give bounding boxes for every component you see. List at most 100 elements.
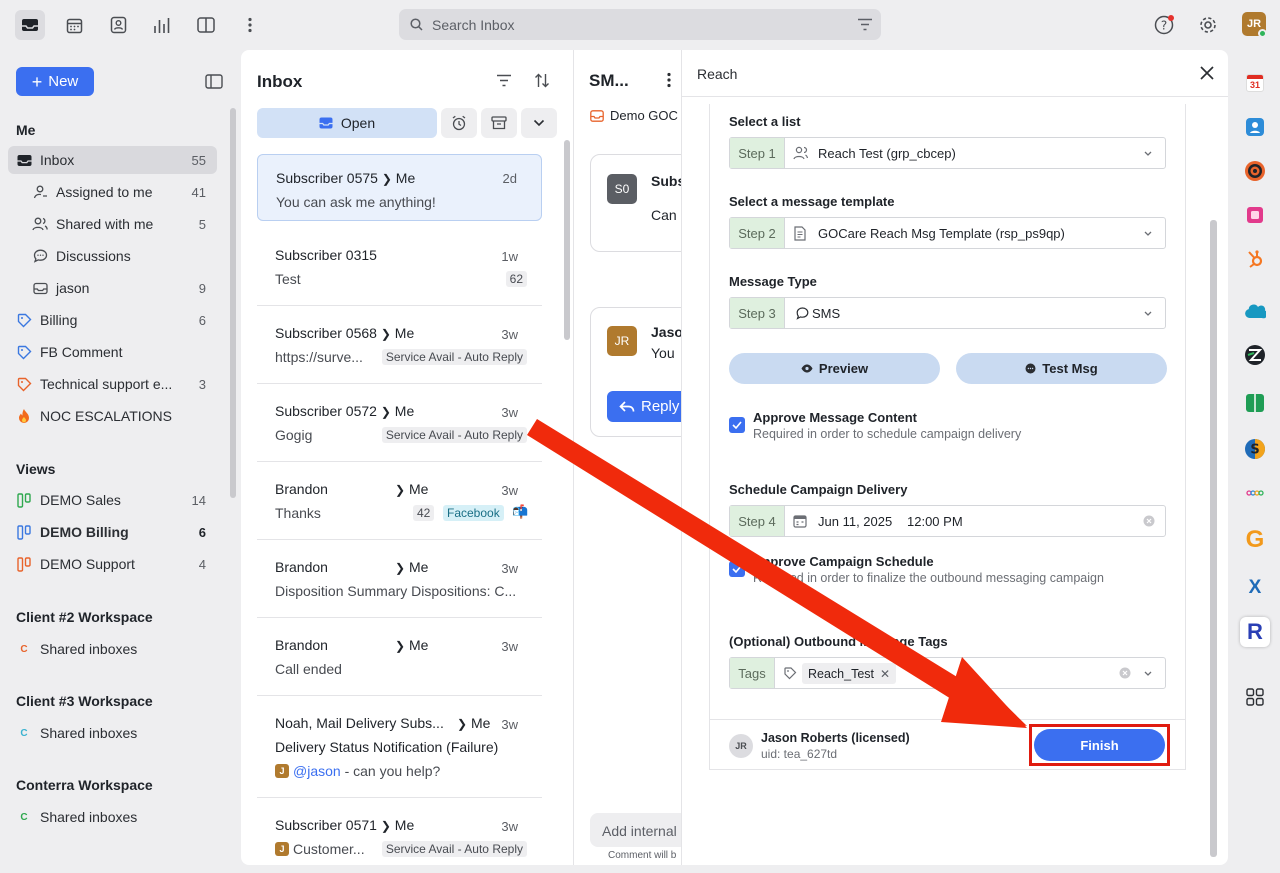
contacts-integration-icon[interactable] — [1242, 114, 1268, 140]
compose-input[interactable]: Add internal — [590, 813, 690, 847]
tag-chip[interactable]: Reach_Test ✕ — [802, 663, 897, 684]
tags-multiselect[interactable]: Tags Reach_Test ✕ — [729, 657, 1166, 689]
test-message-button[interactable]: Test Msg — [956, 353, 1167, 384]
tag-icon — [784, 667, 797, 680]
alarm-clock-icon — [452, 115, 466, 131]
more-options-icon[interactable] — [667, 72, 671, 88]
salesforce-cloud-icon[interactable] — [1242, 298, 1268, 324]
chevron-down-icon — [1144, 151, 1152, 156]
remove-tag-icon[interactable]: ✕ — [880, 667, 890, 681]
hubspot-icon[interactable] — [1242, 246, 1268, 272]
app-grid-icon[interactable] — [1242, 684, 1268, 710]
workspace-heading: Client #3 Workspace — [16, 693, 153, 709]
approve-content-checkbox[interactable] — [729, 417, 745, 433]
sidebar-item-billing[interactable]: Billing 6 — [8, 306, 217, 334]
list-select[interactable]: Step 1 Reach Test (grp_cbcep) — [729, 137, 1166, 169]
tag-chip: Service Avail - Auto Reply — [381, 841, 527, 857]
footer-divider — [709, 719, 1186, 720]
views-heading: Views — [16, 461, 56, 477]
new-button[interactable]: + New — [16, 67, 94, 96]
shared-users-icon — [32, 216, 48, 232]
sidebar-item-noc-escalations[interactable]: NOC ESCALATIONS — [8, 402, 217, 430]
filter-icon[interactable] — [857, 18, 873, 31]
archived-tab-button[interactable] — [481, 108, 517, 138]
inbox-outline-icon — [32, 280, 48, 296]
chevron-down-icon — [1144, 671, 1152, 676]
calendar-app-icon[interactable] — [59, 10, 89, 40]
conversation-item[interactable]: Brandon ❯ Me 3w Thanks 42 Facebook 📬 — [257, 462, 542, 540]
approve-schedule-checkbox[interactable] — [729, 561, 745, 577]
analytics-app-icon[interactable] — [147, 10, 177, 40]
search-input[interactable]: Search Inbox — [432, 17, 515, 33]
x-app-icon[interactable]: X — [1242, 575, 1268, 601]
target-integration-icon[interactable] — [1242, 158, 1268, 184]
mention-link[interactable]: @jason — [293, 763, 341, 779]
conversation-item[interactable]: Brandon ❯ Me 3w Disposition Summary Disp… — [257, 540, 542, 618]
calendar-integration-icon[interactable]: 31 — [1242, 70, 1268, 96]
sidebar-item-jason[interactable]: jason 9 — [8, 274, 217, 302]
filter-icon[interactable] — [496, 74, 512, 87]
collapse-sidebar-icon[interactable] — [205, 74, 223, 89]
contacts-app-icon[interactable] — [103, 10, 133, 40]
workspace-logo-icon: C — [20, 811, 28, 823]
reach-app-icon[interactable]: R — [1240, 617, 1270, 647]
inbox-app-icon[interactable] — [15, 10, 45, 40]
split-view-icon[interactable] — [191, 10, 221, 40]
help-icon[interactable]: ? — [1149, 10, 1179, 40]
green-book-icon[interactable] — [1242, 390, 1268, 416]
conversation-item[interactable]: Subscriber 0571 ❯ Me 3w J Customer... Se… — [257, 798, 542, 865]
reach-scrollbar[interactable] — [1210, 220, 1217, 857]
sort-icon[interactable] — [534, 73, 550, 88]
message-card[interactable]: S0 Subs Can — [590, 154, 690, 252]
sidebar-item-shared[interactable]: Shared with me 5 — [8, 210, 217, 238]
view-demo-billing[interactable]: DEMO Billing 6 — [8, 518, 217, 546]
message-card[interactable]: JR Jaso You Reply — [590, 307, 697, 437]
view-demo-sales[interactable]: DEMO Sales 14 — [8, 486, 217, 514]
approve-content-subtitle: Required in order to schedule campaign d… — [753, 427, 1022, 441]
conversation-item[interactable]: Subscriber 0568 ❯ Me 3w https://surve...… — [257, 306, 542, 384]
view-blue-icon — [16, 524, 32, 540]
tag-blue-icon — [16, 344, 32, 360]
template-select[interactable]: Step 2 GOCare Reach Msg Template (rsp_ps… — [729, 217, 1166, 249]
more-apps-icon[interactable] — [235, 10, 265, 40]
settings-gear-icon[interactable] — [1193, 10, 1223, 40]
sidebar-item-technical-support[interactable]: Technical support e... 3 — [8, 370, 217, 398]
online-status-dot — [1258, 29, 1267, 38]
view-demo-support[interactable]: DEMO Support 4 — [8, 550, 217, 578]
conversation-item[interactable]: Subscriber 0315 1w Test 62 — [257, 228, 542, 306]
conversation-item[interactable]: Brandon ❯ Me 3w Call ended — [257, 618, 542, 696]
sidebar-item-inbox[interactable]: Inbox 55 — [8, 146, 217, 174]
sidebar-item-discussions[interactable]: Discussions — [8, 242, 217, 270]
clear-icon[interactable] — [1119, 667, 1131, 679]
workspace-shared-inboxes[interactable]: C Shared inboxes — [16, 809, 137, 825]
sidebar-item-assigned[interactable]: Assigned to me 41 — [8, 178, 217, 206]
inbox-list-scrollbar[interactable] — [564, 140, 570, 340]
tag-chip: Service Avail - Auto Reply — [381, 427, 527, 443]
workspace-shared-inboxes[interactable]: C Shared inboxes — [16, 725, 137, 741]
message-type-select[interactable]: Step 3 SMS — [729, 297, 1166, 329]
zendesk-style-icon[interactable] — [1242, 342, 1268, 368]
g-app-icon[interactable]: G — [1242, 526, 1268, 553]
conversation-item[interactable]: Noah, Mail Delivery Subs... ❯ Me 3w Deli… — [257, 696, 542, 798]
finish-button[interactable]: Finish — [1034, 729, 1165, 761]
conversation-item[interactable]: Subscriber 0572 ❯ Me 3w Gogig Service Av… — [257, 384, 542, 462]
open-tab-button[interactable]: Open — [257, 108, 437, 138]
search-bar[interactable]: Search Inbox — [399, 9, 881, 40]
thread-title: SM... — [589, 71, 629, 90]
sidebar-scrollbar[interactable] — [230, 108, 236, 498]
inbox-title: Inbox — [257, 72, 303, 91]
close-icon[interactable] — [1199, 65, 1215, 81]
reply-arrow-icon — [619, 400, 635, 412]
schedule-datetime-picker[interactable]: Step 4 Jun 11, 2025 12:00 PM — [729, 505, 1166, 537]
workspace-shared-inboxes[interactable]: C Shared inboxes — [16, 641, 137, 657]
preview-button[interactable]: Preview — [729, 353, 940, 384]
sidebar-item-fb-comment[interactable]: FB Comment — [8, 338, 217, 366]
pink-app-integration-icon[interactable] — [1242, 202, 1268, 228]
clear-icon[interactable] — [1143, 515, 1155, 527]
conversation-item-selected[interactable]: Subscriber 0575 ❯ Me 2d You can ask me a… — [257, 154, 542, 221]
dollar-circle-icon[interactable]: S — [1242, 436, 1268, 462]
dots-app-icon[interactable] — [1242, 480, 1268, 506]
svg-text:?: ? — [1161, 19, 1167, 33]
more-tabs-dropdown[interactable] — [521, 108, 557, 138]
snoozed-tab-button[interactable] — [441, 108, 477, 138]
